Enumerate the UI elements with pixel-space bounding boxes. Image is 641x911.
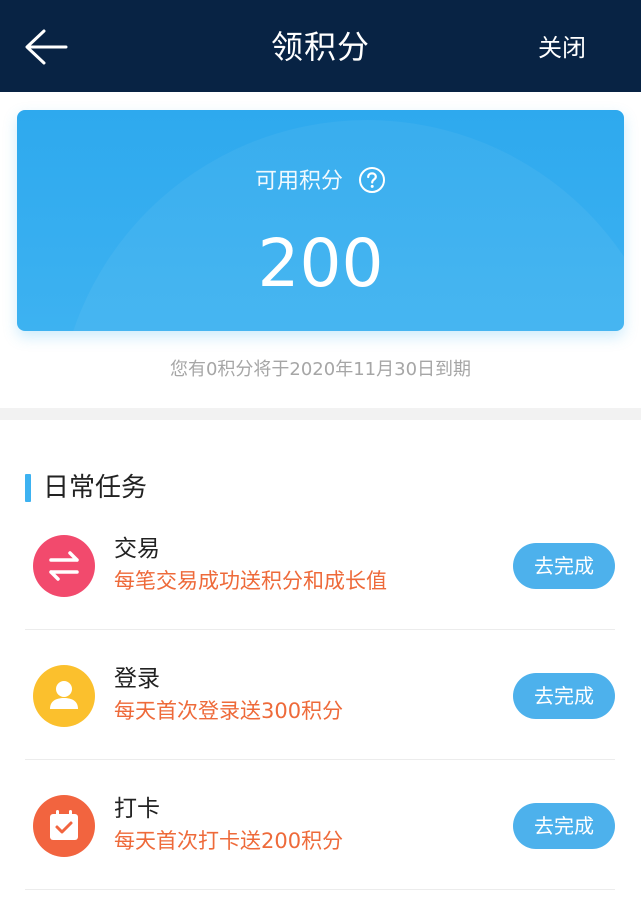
top-bar: 领积分 关闭	[0, 0, 641, 92]
task-name: 打卡	[114, 796, 160, 822]
available-points-label: 可用积分	[254, 169, 343, 194]
task-item-checkin: 打卡 每天首次打卡送200积分 去完成	[25, 760, 615, 890]
exchange-icon	[33, 535, 95, 597]
points-expiry-note: 您有0积分将于2020年11月30日到期	[169, 359, 472, 380]
question-circle-icon[interactable]	[358, 166, 386, 194]
go-complete-button[interactable]: 去完成	[513, 673, 615, 719]
task-name: 登录	[114, 666, 160, 692]
close-button[interactable]: 关闭	[538, 30, 586, 66]
available-points-label-row: 可用积分	[17, 166, 624, 198]
task-description: 每笔交易成功送积分和成长值	[114, 569, 387, 593]
go-complete-button[interactable]: 去完成	[513, 543, 615, 589]
calendar-check-icon	[33, 795, 95, 857]
section-accent-bar	[25, 474, 31, 502]
task-name: 交易	[114, 536, 160, 562]
task-description: 每天首次打卡送200积分	[114, 829, 344, 853]
available-points-value: 200	[257, 225, 384, 302]
task-description: 每天首次登录送300积分	[114, 699, 344, 723]
points-card: 可用积分 200	[17, 110, 624, 331]
section-divider	[0, 408, 641, 420]
task-item-trade: 交易 每笔交易成功送积分和成长值 去完成	[25, 500, 615, 630]
go-complete-button[interactable]: 去完成	[513, 803, 615, 849]
task-item-login: 登录 每天首次登录送300积分 去完成	[25, 630, 615, 760]
user-icon	[33, 665, 95, 727]
